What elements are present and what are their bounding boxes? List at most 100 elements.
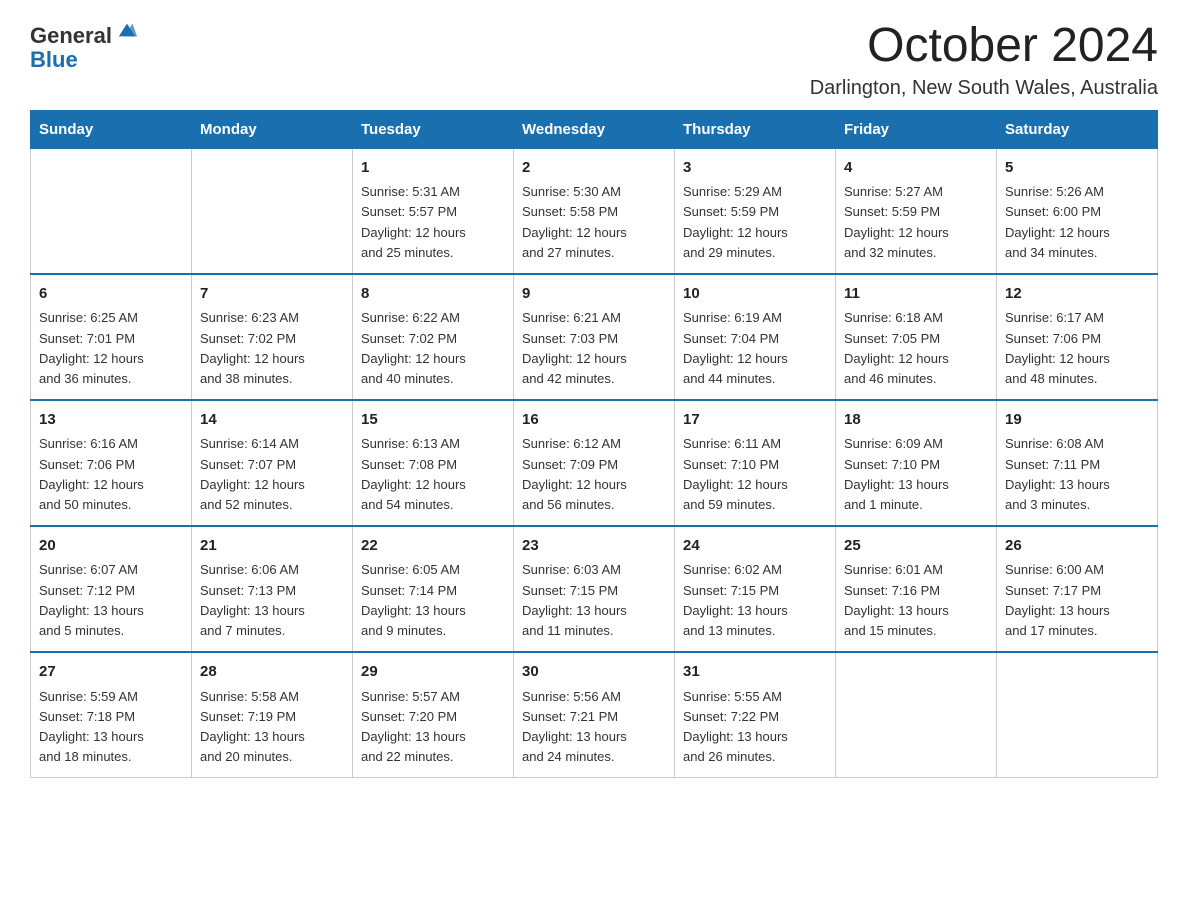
day-info-line: Sunrise: 5:58 AM — [200, 687, 344, 707]
calendar-cell: 25Sunrise: 6:01 AMSunset: 7:16 PMDayligh… — [836, 526, 997, 652]
calendar-cell: 26Sunrise: 6:00 AMSunset: 7:17 PMDayligh… — [997, 526, 1158, 652]
day-info-line: Sunset: 7:08 PM — [361, 455, 505, 475]
day-info-line: Daylight: 13 hours — [683, 727, 827, 747]
day-info-line: Sunrise: 6:21 AM — [522, 308, 666, 328]
day-number: 12 — [1005, 283, 1149, 306]
day-info-line: Daylight: 12 hours — [683, 223, 827, 243]
day-info-line: Sunrise: 6:09 AM — [844, 434, 988, 454]
calendar-table: SundayMondayTuesdayWednesdayThursdayFrid… — [30, 110, 1158, 778]
calendar-cell: 14Sunrise: 6:14 AMSunset: 7:07 PMDayligh… — [192, 400, 353, 526]
day-info-line: Sunset: 7:10 PM — [683, 455, 827, 475]
day-info-line: Sunrise: 6:22 AM — [361, 308, 505, 328]
calendar-cell: 12Sunrise: 6:17 AMSunset: 7:06 PMDayligh… — [997, 274, 1158, 400]
day-info-line: Sunrise: 6:18 AM — [844, 308, 988, 328]
day-info-line: and 34 minutes. — [1005, 243, 1149, 263]
day-number: 3 — [683, 157, 827, 180]
day-number: 30 — [522, 661, 666, 684]
day-number: 18 — [844, 409, 988, 432]
calendar-cell: 20Sunrise: 6:07 AMSunset: 7:12 PMDayligh… — [31, 526, 192, 652]
calendar-cell: 7Sunrise: 6:23 AMSunset: 7:02 PMDaylight… — [192, 274, 353, 400]
day-info-line: and 38 minutes. — [200, 369, 344, 389]
day-number: 11 — [844, 283, 988, 306]
calendar-cell: 31Sunrise: 5:55 AMSunset: 7:22 PMDayligh… — [675, 652, 836, 778]
day-info-line: Sunset: 5:58 PM — [522, 202, 666, 222]
calendar-cell: 5Sunrise: 5:26 AMSunset: 6:00 PMDaylight… — [997, 148, 1158, 274]
day-info-line: Sunrise: 6:08 AM — [1005, 434, 1149, 454]
calendar-cell: 22Sunrise: 6:05 AMSunset: 7:14 PMDayligh… — [353, 526, 514, 652]
day-number: 4 — [844, 157, 988, 180]
day-info-line: Sunset: 5:59 PM — [683, 202, 827, 222]
day-info-line: Daylight: 12 hours — [361, 349, 505, 369]
day-number: 21 — [200, 535, 344, 558]
day-info-line: and 13 minutes. — [683, 621, 827, 641]
day-info-line: Daylight: 12 hours — [844, 223, 988, 243]
day-info-line: Daylight: 12 hours — [361, 475, 505, 495]
calendar-cell — [31, 148, 192, 274]
day-info-line: Sunrise: 5:55 AM — [683, 687, 827, 707]
day-info-line: Sunset: 7:18 PM — [39, 707, 183, 727]
day-number: 14 — [200, 409, 344, 432]
day-number: 25 — [844, 535, 988, 558]
day-info-line: Sunrise: 6:06 AM — [200, 560, 344, 580]
calendar-cell: 11Sunrise: 6:18 AMSunset: 7:05 PMDayligh… — [836, 274, 997, 400]
day-info-line: Daylight: 13 hours — [39, 727, 183, 747]
day-info-line: Sunrise: 6:23 AM — [200, 308, 344, 328]
day-info-line: Sunrise: 6:02 AM — [683, 560, 827, 580]
day-info-line: Sunset: 7:01 PM — [39, 329, 183, 349]
day-info-line: and 29 minutes. — [683, 243, 827, 263]
day-info-line: Sunrise: 6:16 AM — [39, 434, 183, 454]
day-info-line: and 7 minutes. — [200, 621, 344, 641]
calendar-cell — [836, 652, 997, 778]
day-number: 24 — [683, 535, 827, 558]
day-info-line: Sunrise: 6:17 AM — [1005, 308, 1149, 328]
calendar-cell: 23Sunrise: 6:03 AMSunset: 7:15 PMDayligh… — [514, 526, 675, 652]
day-number: 15 — [361, 409, 505, 432]
day-info-line: Sunset: 7:16 PM — [844, 581, 988, 601]
day-info-line: Sunrise: 5:29 AM — [683, 182, 827, 202]
day-info-line: Sunrise: 6:03 AM — [522, 560, 666, 580]
day-info-line: Daylight: 12 hours — [522, 349, 666, 369]
day-number: 8 — [361, 283, 505, 306]
day-info-line: Sunset: 5:57 PM — [361, 202, 505, 222]
calendar-cell: 30Sunrise: 5:56 AMSunset: 7:21 PMDayligh… — [514, 652, 675, 778]
day-info-line: Sunrise: 6:00 AM — [1005, 560, 1149, 580]
day-info-line: Sunset: 7:21 PM — [522, 707, 666, 727]
day-info-line: and 17 minutes. — [1005, 621, 1149, 641]
day-info-line: Sunset: 7:15 PM — [683, 581, 827, 601]
day-number: 5 — [1005, 157, 1149, 180]
day-info-line: Daylight: 12 hours — [844, 349, 988, 369]
day-info-line: Sunset: 7:09 PM — [522, 455, 666, 475]
calendar-cell: 3Sunrise: 5:29 AMSunset: 5:59 PMDaylight… — [675, 148, 836, 274]
day-info-line: Sunset: 7:04 PM — [683, 329, 827, 349]
day-info-line: Daylight: 12 hours — [683, 475, 827, 495]
day-info-line: Sunrise: 5:56 AM — [522, 687, 666, 707]
day-info-line: and 52 minutes. — [200, 495, 344, 515]
calendar-cell: 8Sunrise: 6:22 AMSunset: 7:02 PMDaylight… — [353, 274, 514, 400]
day-number: 19 — [1005, 409, 1149, 432]
logo-icon — [117, 20, 137, 40]
day-info-line: Sunrise: 6:11 AM — [683, 434, 827, 454]
calendar-cell: 28Sunrise: 5:58 AMSunset: 7:19 PMDayligh… — [192, 652, 353, 778]
day-info-line: Sunset: 7:20 PM — [361, 707, 505, 727]
weekday-header-saturday: Saturday — [997, 110, 1158, 148]
day-info-line: Sunrise: 6:01 AM — [844, 560, 988, 580]
day-info-line: and 1 minute. — [844, 495, 988, 515]
month-title: October 2024 — [810, 20, 1158, 73]
day-info-line: Sunset: 7:17 PM — [1005, 581, 1149, 601]
day-info-line: Sunrise: 6:07 AM — [39, 560, 183, 580]
day-info-line: Sunrise: 6:25 AM — [39, 308, 183, 328]
calendar-cell: 18Sunrise: 6:09 AMSunset: 7:10 PMDayligh… — [836, 400, 997, 526]
weekday-header-friday: Friday — [836, 110, 997, 148]
day-number: 27 — [39, 661, 183, 684]
day-info-line: Daylight: 13 hours — [844, 601, 988, 621]
calendar-cell: 17Sunrise: 6:11 AMSunset: 7:10 PMDayligh… — [675, 400, 836, 526]
weekday-header-monday: Monday — [192, 110, 353, 148]
day-info-line: Sunset: 7:12 PM — [39, 581, 183, 601]
day-info-line: Daylight: 12 hours — [200, 475, 344, 495]
day-info-line: and 54 minutes. — [361, 495, 505, 515]
calendar-week-row: 6Sunrise: 6:25 AMSunset: 7:01 PMDaylight… — [31, 274, 1158, 400]
day-info-line: Sunset: 7:14 PM — [361, 581, 505, 601]
page-header: General Blue October 2024 Darlington, Ne… — [30, 20, 1158, 100]
day-info-line: and 50 minutes. — [39, 495, 183, 515]
day-info-line: Daylight: 12 hours — [200, 349, 344, 369]
